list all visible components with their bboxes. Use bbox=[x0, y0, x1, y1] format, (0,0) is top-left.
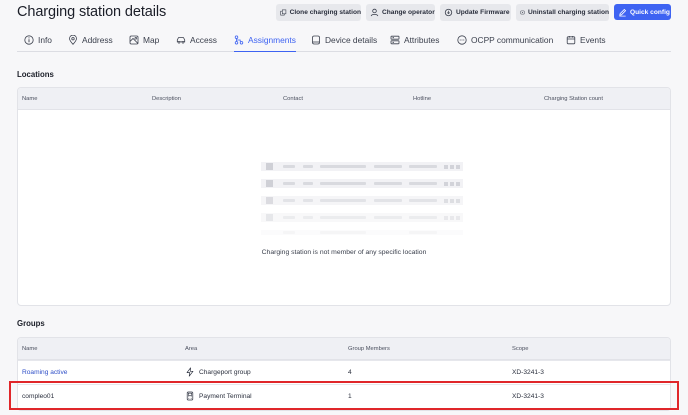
copy-icon bbox=[280, 9, 287, 16]
placeholder-row bbox=[261, 179, 463, 188]
placeholder-row bbox=[261, 196, 463, 205]
quick-config-button[interactable]: Quick config bbox=[614, 4, 671, 20]
tab-attributes-label: Attributes bbox=[404, 35, 440, 45]
map-icon bbox=[129, 35, 139, 45]
page-header: Charging station details Clone charging … bbox=[0, 0, 688, 28]
empty-state-message: Charging station is not member of any sp… bbox=[261, 249, 427, 256]
tab-access[interactable]: Access bbox=[176, 35, 217, 52]
tab-assignments-label: Assignments bbox=[248, 35, 296, 45]
tab-events[interactable]: Events bbox=[566, 35, 606, 52]
tab-map-label: Map bbox=[143, 35, 160, 45]
locations-title: Locations bbox=[17, 70, 54, 79]
location-pin-icon bbox=[69, 35, 77, 45]
col-charging-station-count: Charging Station count bbox=[544, 96, 603, 102]
tab-ocpp-label: OCPP communication bbox=[471, 35, 554, 45]
row-highlight-annotation bbox=[9, 381, 679, 410]
uninstall-label: Uninstall charging station bbox=[528, 9, 609, 16]
chat-icon bbox=[457, 35, 467, 45]
col-scope: Scope bbox=[512, 346, 529, 352]
placeholder-row bbox=[261, 162, 463, 171]
tab-info-label: Info bbox=[38, 35, 52, 45]
tab-access-label: Access bbox=[190, 35, 217, 45]
group-area-label: Chargeport group bbox=[199, 368, 251, 376]
device-icon bbox=[312, 35, 320, 45]
groups-table-header: Name Area Group Members Scope bbox=[18, 338, 670, 360]
tab-ocpp-communication[interactable]: OCPP communication bbox=[457, 35, 553, 52]
groups-title: Groups bbox=[17, 319, 45, 328]
tab-assignments[interactable]: Assignments bbox=[234, 35, 296, 52]
tab-device-details[interactable]: Device details bbox=[311, 35, 377, 52]
col-area: Area bbox=[185, 346, 198, 352]
locations-table: Name Description Contact Hotline Chargin… bbox=[17, 87, 671, 306]
tab-info[interactable]: Info bbox=[24, 35, 52, 52]
info-icon bbox=[24, 35, 34, 45]
clone-charging-station-button[interactable]: Clone charging station bbox=[276, 4, 361, 21]
lightning-icon bbox=[186, 367, 194, 377]
tab-events-label: Events bbox=[580, 35, 606, 45]
pencil-icon bbox=[619, 8, 627, 16]
col-hotline: Hotline bbox=[413, 96, 432, 102]
col-description: Description bbox=[152, 96, 181, 102]
col-contact: Contact bbox=[283, 96, 303, 102]
clone-button-label: Clone charging station bbox=[289, 9, 361, 16]
col-group-members: Group Members bbox=[348, 346, 390, 352]
group-name-link[interactable]: Roaming active bbox=[22, 369, 67, 376]
update-firmware-label: Update Firmware bbox=[456, 9, 510, 16]
user-icon bbox=[370, 8, 379, 17]
group-members: 4 bbox=[348, 369, 352, 376]
change-operator-button[interactable]: Change operator bbox=[366, 4, 435, 21]
uninstall-charging-station-button[interactable]: Uninstall charging station bbox=[516, 4, 609, 21]
tab-attributes[interactable]: Attributes bbox=[390, 35, 439, 52]
tab-device-details-label: Device details bbox=[325, 35, 378, 45]
uninstall-icon bbox=[520, 10, 525, 15]
group-scope: XD-3241-3 bbox=[512, 369, 544, 376]
hierarchy-icon bbox=[234, 35, 244, 45]
tab-map[interactable]: Map bbox=[129, 35, 159, 52]
col-name: Name bbox=[22, 96, 38, 102]
car-icon bbox=[176, 37, 186, 44]
change-operator-label: Change operator bbox=[382, 9, 435, 16]
calendar-icon bbox=[566, 36, 576, 45]
locations-table-header: Name Description Contact Hotline Chargin… bbox=[18, 88, 670, 110]
page-title: Charging station details bbox=[17, 4, 167, 20]
group-area: Chargeport group bbox=[185, 367, 251, 377]
tab-address[interactable]: Address bbox=[68, 35, 113, 52]
tab-address-label: Address bbox=[82, 35, 113, 45]
col-name: Name bbox=[22, 346, 38, 352]
tab-bar: Info Address Map Access Assignments Devi… bbox=[17, 30, 671, 52]
list-icon bbox=[390, 35, 400, 45]
placeholder-row bbox=[261, 230, 463, 235]
quick-config-label: Quick config bbox=[630, 8, 670, 16]
placeholder-row bbox=[261, 213, 463, 222]
update-firmware-button[interactable]: Update Firmware bbox=[440, 4, 511, 21]
firmware-icon bbox=[444, 8, 453, 17]
